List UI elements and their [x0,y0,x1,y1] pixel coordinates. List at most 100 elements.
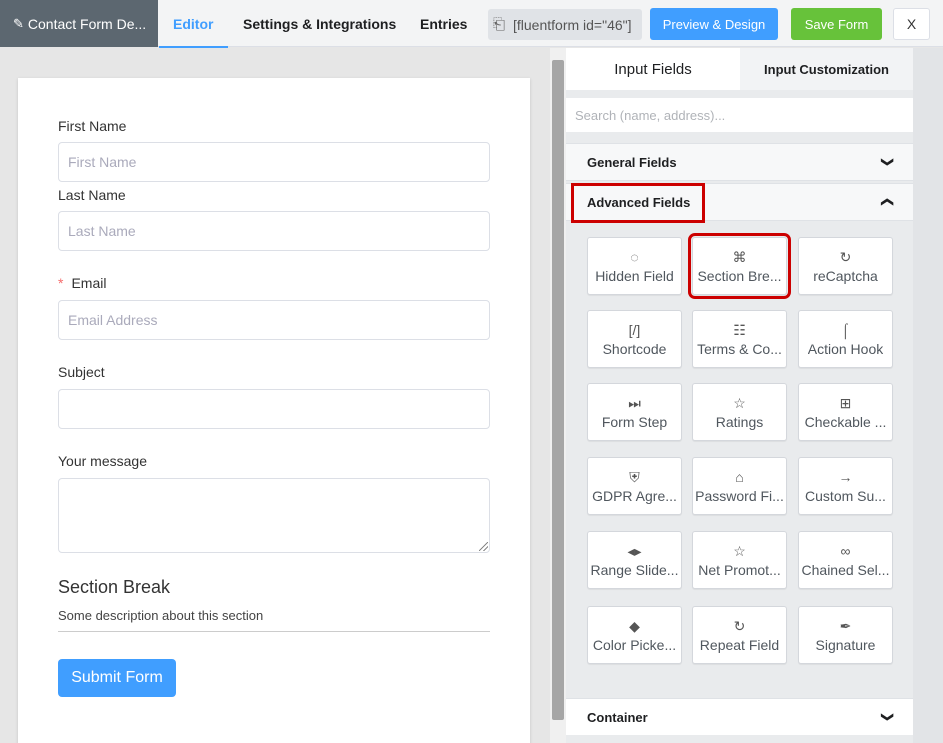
field-item-label: Terms & Co... [697,341,782,357]
puzzle-icon: ⌘ [732,249,747,265]
form-title-tab[interactable]: ✎ Contact Form De... [0,0,158,47]
field-item-label: Password Fi... [695,488,784,504]
star-outline-icon: ☆ [733,543,746,559]
field-item-label: Hidden Field [595,268,674,284]
eye-slash-icon: ◌ [630,249,639,265]
chevron-up-icon: ❮ [880,196,895,208]
close-button[interactable]: X [893,8,930,40]
field-item-label: Form Step [601,414,668,430]
copy-icon: ⎗ [493,16,506,33]
section-break-divider [58,631,490,632]
fast-forward-icon: ⏭ [628,395,641,411]
drop-icon: ◆ [629,618,640,634]
form-title: Contact Form De... [27,15,147,32]
field-item-label: Net Promot... [698,562,781,578]
field-item-color-picke[interactable]: ◆ Color Picke... [587,606,682,664]
field-item-label: Ratings [715,414,764,430]
field-item-label: Section Bre... [697,268,782,284]
chevron-down-icon: ❯ [880,156,895,168]
general-fields-header[interactable]: General Fields ❯ [566,143,913,181]
email-label: * Email [58,275,106,291]
field-item-label: Custom Su... [805,488,886,504]
shortcode-text: [fluentform id="46"] [513,16,632,33]
shield-icon: ⛨ [629,469,640,485]
field-item-password-fi[interactable]: ⌂ Password Fi... [692,457,787,515]
general-fields-label: General Fields [587,154,677,170]
arrow-right-icon: → [838,469,853,485]
message-textarea[interactable] [58,478,490,553]
shortcode-copy[interactable]: ⎗ [fluentform id="46"] [488,9,642,40]
top-bar: ✎ Contact Form De... Editor Settings & I… [0,0,943,48]
field-item-label: Color Picke... [592,637,677,653]
field-item-label: GDPR Agre... [592,488,677,504]
field-item-shortcode[interactable]: [/] Shortcode [587,310,682,368]
subject-input[interactable] [58,389,490,429]
field-item-label: Action Hook [807,341,884,357]
field-item-range-slide[interactable]: ◂▸ Range Slide... [587,531,682,589]
field-item-chained-sel[interactable]: ∞ Chained Sel... [798,531,893,589]
lock-icon: ⌂ [735,469,744,485]
tab-input-fields[interactable]: Input Fields [566,48,740,90]
email-input[interactable]: Email Address [58,300,490,340]
field-item-repeat-field[interactable]: ↻ Repeat Field [692,606,787,664]
chevron-down-icon: ❯ [880,711,895,723]
email-label-text: Email [71,275,107,291]
field-item-checkable[interactable]: ⊞ Checkable ... [798,383,893,441]
checkable-grid-icon: ⊞ [839,395,852,411]
section-break-title: Section Break [58,577,171,597]
tab-editor[interactable]: Editor [158,0,230,48]
form-canvas: First Name First Name Last Name Last Nam… [18,78,530,743]
first-name-input[interactable]: First Name [58,142,490,182]
field-item-section-bre[interactable]: ⌘ Section Bre... [688,233,791,299]
field-item-label: Shortcode [602,341,667,357]
field-item-label: Range Slide... [590,562,679,578]
field-item-form-step[interactable]: ⏭ Form Step [587,383,682,441]
message-label: Your message [58,453,147,469]
pencil-icon: ✎ [13,15,24,31]
field-item-ratings[interactable]: ☆ Ratings [692,383,787,441]
required-mark: * [58,275,64,291]
field-item-label: reCaptcha [813,268,878,284]
field-item-action-hook[interactable]: ⌠ Action Hook [798,310,893,368]
section-break-description: Some description about this section [58,608,264,623]
advanced-fields-highlight [571,183,705,223]
canvas-scrollbar-thumb[interactable] [552,60,564,720]
container-header[interactable]: Container ❯ [566,698,913,735]
field-item-gdpr-agre[interactable]: ⛨ GDPR Agre... [587,457,682,515]
range-slider-icon: ◂▸ [627,543,642,559]
recaptcha-icon: ↻ [839,249,852,265]
subject-label: Subject [58,364,105,380]
shortcode-icon: [/] [628,322,641,338]
resize-handle-icon[interactable] [479,542,488,551]
repeat-icon: ↻ [733,618,746,634]
field-item-label: Checkable ... [804,414,887,430]
link-icon: ∞ [840,543,851,559]
advanced-fields-grid: ◌ Hidden Field ⌘ Section Bre... ↻ reCaptcha [/… [566,224,913,694]
last-name-label: Last Name [58,187,126,203]
save-form-button[interactable]: Save Form [791,8,882,40]
container-label: Container [587,709,648,725]
preview-design-button[interactable]: Preview & Design [650,8,778,40]
feather-icon: ✒ [839,618,852,634]
field-item-recaptcha[interactable]: ↻ reCaptcha [798,237,893,295]
field-item-custom-su[interactable]: → Custom Su... [798,457,893,515]
last-name-input[interactable]: Last Name [58,211,490,251]
field-item-label: Signature [815,637,876,653]
tab-input-customization[interactable]: Input Customization [740,48,913,90]
field-item-label: Chained Sel... [801,562,890,578]
field-item-label: Repeat Field [699,637,780,653]
field-item-signature[interactable]: ✒ Signature [798,606,893,664]
first-name-label: First Name [58,118,127,134]
submit-form-button[interactable]: Submit Form [58,659,176,697]
star-icon: ☆ [733,395,746,411]
tab-settings-integrations[interactable]: Settings & Integrations [243,0,396,47]
scroll-icon: ☷ [733,322,746,338]
field-item-net-promot[interactable]: ☆ Net Promot... [692,531,787,589]
sidebar-scroll-strip [913,48,943,743]
field-sidebar: Input Fields Input Customization Search … [566,48,943,743]
hook-icon: ⌠ [841,322,850,338]
field-item-hidden-field[interactable]: ◌ Hidden Field [587,237,682,295]
field-search-input[interactable]: Search (name, address)... [566,98,913,132]
field-item-terms-co[interactable]: ☷ Terms & Co... [692,310,787,368]
tab-entries[interactable]: Entries [420,0,467,47]
